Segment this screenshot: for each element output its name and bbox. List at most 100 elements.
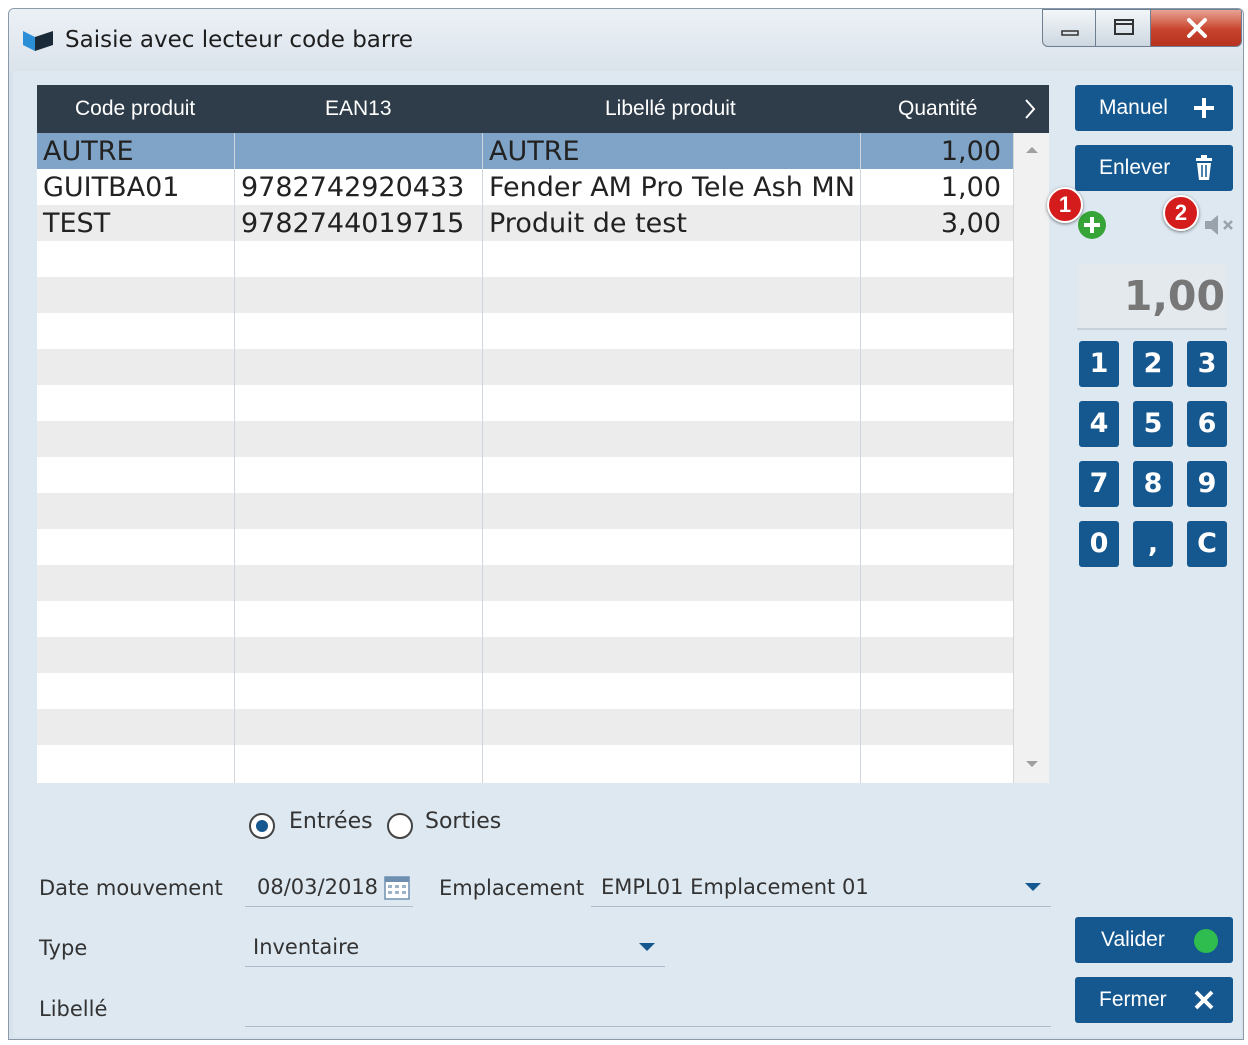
enlever-button[interactable]: Enlever — [1075, 145, 1233, 191]
app-logo-icon — [23, 31, 53, 51]
cell-ean: 9782744019715 — [241, 208, 465, 239]
type-label: Type — [39, 936, 88, 960]
title-bar[interactable]: Saisie avec lecteur code barre — [9, 9, 1243, 71]
maximize-button[interactable] — [1095, 9, 1151, 47]
minimize-button[interactable] — [1042, 9, 1096, 47]
empty-row — [37, 421, 1013, 457]
client-area: Code produit EAN13 Libellé produit Quant… — [13, 71, 1241, 1037]
date-mouvement-label: Date mouvement — [39, 876, 223, 900]
column-divider — [482, 133, 483, 783]
cell-quantite: 1,00 — [940, 136, 1001, 167]
grid-rows: AUTRE AUTRE 1,00 GUITBA01 9782742920433 … — [37, 133, 1013, 783]
table-row[interactable]: GUITBA01 9782742920433 Fender AM Pro Tel… — [37, 169, 1013, 205]
type-dropdown[interactable]: Inventaire — [245, 927, 665, 967]
keypad-key-5[interactable]: 5 — [1133, 401, 1173, 447]
keypad-key-clear[interactable]: C — [1187, 521, 1227, 567]
callout-badge-1: 1 — [1047, 187, 1083, 223]
keypad-key-7[interactable]: 7 — [1079, 461, 1119, 507]
minimize-icon — [1061, 30, 1079, 36]
cell-quantite: 3,00 — [940, 208, 1001, 239]
radio-entrees-label[interactable]: Entrées — [289, 809, 373, 834]
empty-row — [37, 385, 1013, 421]
radio-entrees[interactable] — [249, 813, 275, 839]
cell-code: GUITBA01 — [43, 172, 180, 203]
column-header-quantite[interactable]: Quantité — [898, 97, 977, 121]
emplacement-label: Emplacement — [439, 876, 585, 900]
cell-quantite: 1,00 — [940, 172, 1001, 203]
add-circle-icon[interactable] — [1077, 210, 1107, 240]
date-value: 08/03/2018 — [257, 875, 379, 899]
libelle-input[interactable] — [245, 987, 1051, 1027]
column-header-code[interactable]: Code produit — [75, 97, 195, 121]
fermer-button-label: Fermer — [1099, 988, 1167, 1011]
empty-row — [37, 565, 1013, 601]
vertical-scrollbar[interactable] — [1013, 133, 1049, 783]
keypad-key-6[interactable]: 6 — [1187, 401, 1227, 447]
fermer-button[interactable]: Fermer — [1075, 977, 1233, 1023]
empty-row — [37, 637, 1013, 673]
empty-row — [37, 241, 1013, 277]
calendar-icon[interactable] — [383, 873, 411, 901]
empty-row — [37, 529, 1013, 565]
keypad-key-0[interactable]: 0 — [1079, 521, 1119, 567]
cell-code: TEST — [43, 208, 111, 239]
maximize-icon — [1114, 19, 1134, 35]
barcode-entry-window: Saisie avec lecteur code barre Code prod… — [8, 8, 1244, 1040]
libelle-label: Libellé — [39, 997, 108, 1021]
trash-icon — [1196, 155, 1212, 180]
scroll-up-icon[interactable] — [1025, 145, 1039, 155]
date-mouvement-field[interactable]: 08/03/2018 — [245, 867, 413, 907]
valider-button[interactable]: Valider — [1075, 917, 1233, 963]
quantity-display: 1,00 — [1077, 264, 1227, 330]
chevron-right-icon[interactable] — [1023, 97, 1037, 121]
close-window-button[interactable] — [1150, 9, 1242, 47]
dropdown-arrow-icon — [639, 943, 655, 951]
plus-icon — [1194, 98, 1214, 118]
keypad-key-2[interactable]: 2 — [1133, 341, 1173, 387]
empty-row — [37, 673, 1013, 709]
radio-sorties[interactable] — [387, 813, 413, 839]
column-divider — [234, 133, 235, 783]
empty-row — [37, 493, 1013, 529]
dropdown-arrow-icon — [1025, 883, 1041, 891]
keypad-key-9[interactable]: 9 — [1187, 461, 1227, 507]
scroll-down-icon[interactable] — [1025, 759, 1039, 769]
radio-selected-dot — [256, 820, 268, 832]
emplacement-dropdown[interactable]: EMPL01 Emplacement 01 — [591, 867, 1051, 907]
empty-row — [37, 745, 1013, 781]
table-row[interactable]: AUTRE AUTRE 1,00 — [37, 133, 1013, 169]
cell-libelle: Produit de test — [489, 208, 687, 239]
table-row[interactable]: TEST 9782744019715 Produit de test 3,00 — [37, 205, 1013, 241]
empty-row — [37, 313, 1013, 349]
empty-row — [37, 457, 1013, 493]
column-divider — [860, 133, 861, 783]
cell-libelle: AUTRE — [489, 136, 580, 167]
cell-code: AUTRE — [43, 136, 134, 167]
empty-row — [37, 709, 1013, 745]
keypad-key-4[interactable]: 4 — [1079, 401, 1119, 447]
column-header-libelle[interactable]: Libellé produit — [605, 97, 736, 121]
callout-badge-2: 2 — [1163, 195, 1199, 231]
radio-sorties-label[interactable]: Sorties — [425, 809, 501, 834]
grid-header: Code produit EAN13 Libellé produit Quant… — [37, 85, 1049, 133]
manuel-button[interactable]: Manuel — [1075, 85, 1233, 131]
keypad-key-3[interactable]: 3 — [1187, 341, 1227, 387]
emplacement-value: EMPL01 Emplacement 01 — [601, 875, 869, 899]
cell-libelle: Fender AM Pro Tele Ash MN — [489, 172, 855, 203]
keypad-key-comma[interactable]: , — [1133, 521, 1173, 567]
manuel-button-label: Manuel — [1099, 96, 1168, 119]
keypad-key-1[interactable]: 1 — [1079, 341, 1119, 387]
window-title: Saisie avec lecteur code barre — [65, 27, 414, 53]
status-ok-icon — [1194, 929, 1218, 953]
cell-ean: 9782742920433 — [241, 172, 465, 203]
mute-icon[interactable] — [1203, 213, 1237, 237]
empty-row — [37, 601, 1013, 637]
close-icon — [1187, 18, 1207, 38]
empty-row — [37, 277, 1013, 313]
empty-row — [37, 349, 1013, 385]
close-x-icon — [1194, 990, 1214, 1010]
enlever-button-label: Enlever — [1099, 156, 1171, 179]
column-header-ean13[interactable]: EAN13 — [325, 97, 392, 121]
keypad-key-8[interactable]: 8 — [1133, 461, 1173, 507]
type-value: Inventaire — [253, 935, 360, 959]
